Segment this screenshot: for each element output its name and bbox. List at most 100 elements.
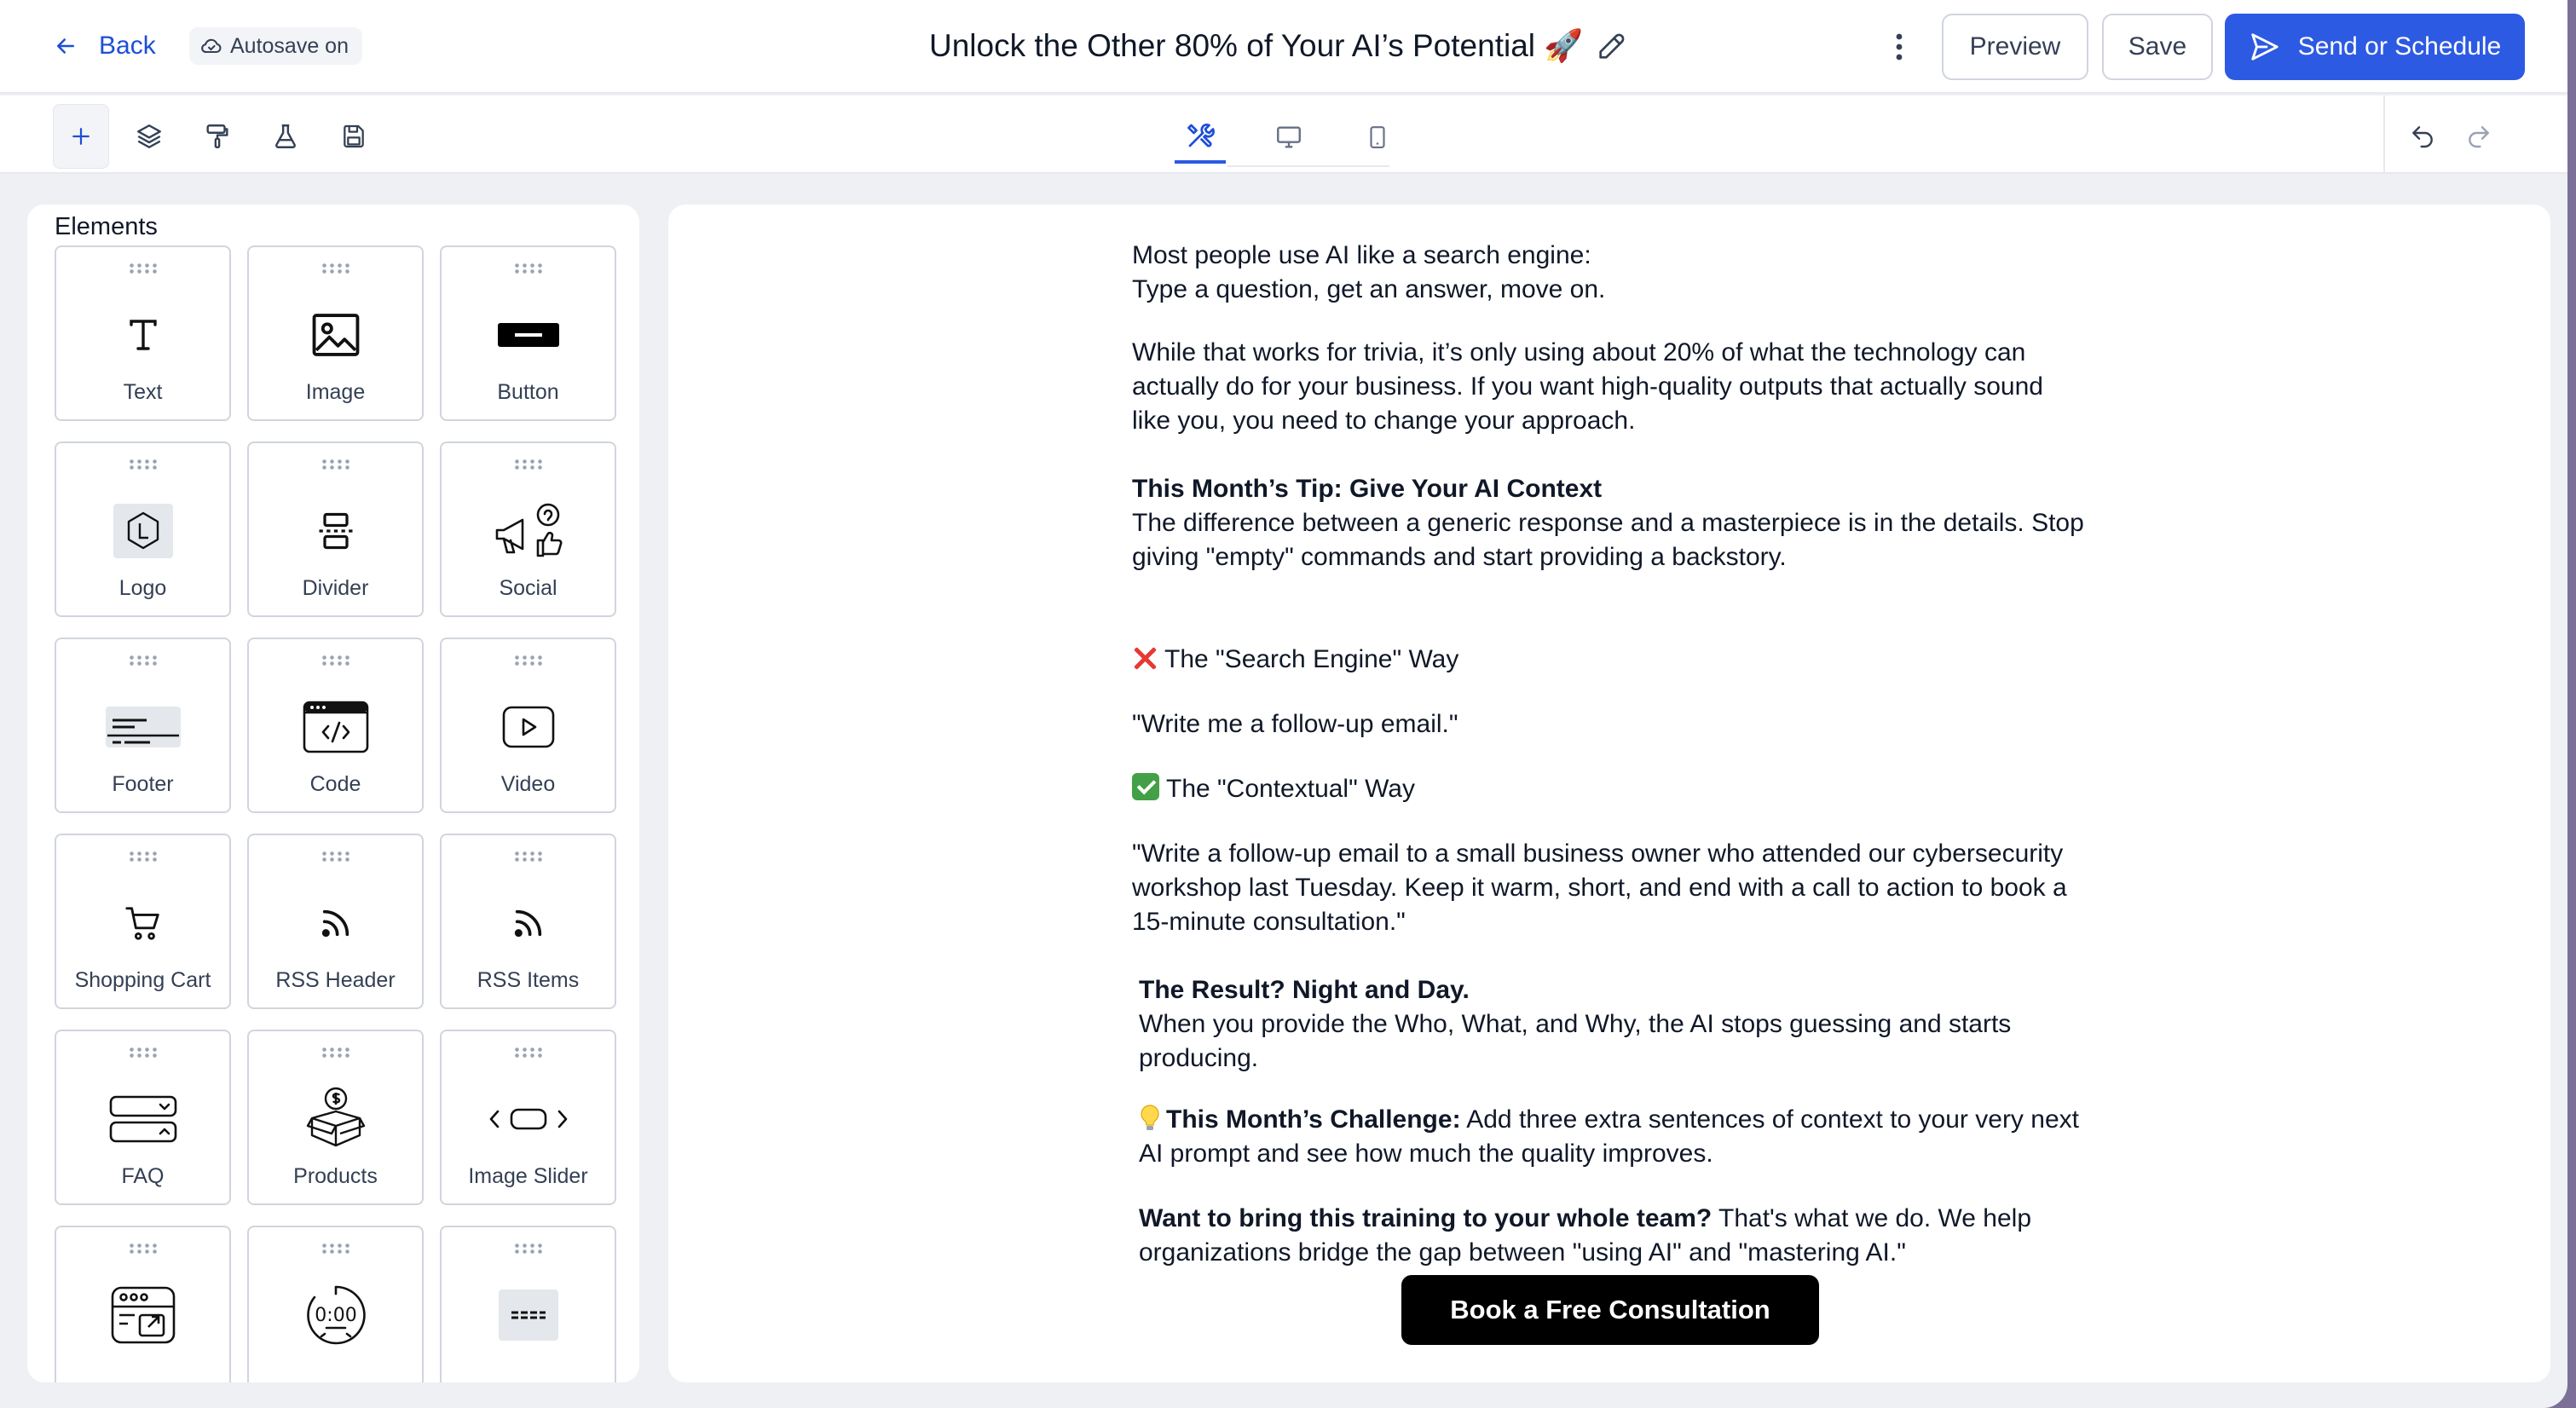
- drag-handle-icon: [513, 459, 544, 470]
- drag-handle-icon: [321, 263, 351, 274]
- arrow-left-icon: [57, 38, 74, 54]
- svg-text:0:00: 0:00: [315, 1305, 356, 1326]
- drag-handle-icon: [513, 851, 544, 863]
- drag-handle-icon: [513, 1243, 544, 1255]
- back-label: Back: [99, 32, 156, 60]
- social-icon: [442, 494, 615, 568]
- element-label: FAQ: [121, 1164, 165, 1188]
- mobile-icon[interactable]: [1352, 111, 1403, 164]
- tip-heading: This Month’s Tip: Give Your AI Context: [1132, 475, 1603, 503]
- element-spacer[interactable]: [440, 1226, 616, 1382]
- cross-mark-icon: [1132, 645, 1158, 671]
- pencil-edit-icon[interactable]: [1595, 29, 1629, 63]
- image-slider-icon: [442, 1082, 615, 1156]
- send-or-schedule-button[interactable]: Send or Schedule: [2225, 14, 2525, 80]
- paint-roller-icon[interactable]: [189, 104, 245, 169]
- browser-link-icon: [56, 1278, 229, 1352]
- drag-handle-icon: [128, 655, 159, 666]
- drag-handle-icon: [321, 459, 351, 470]
- view-tabs-underline: [1227, 165, 1389, 167]
- logo-icon: [56, 494, 229, 568]
- drag-handle-icon: [128, 459, 159, 470]
- element-label: Image: [305, 380, 366, 404]
- element-faq[interactable]: FAQ: [55, 1030, 231, 1205]
- editor-toolbar: [0, 95, 2567, 174]
- element-label: Image Slider: [468, 1164, 588, 1188]
- video-icon: [442, 690, 615, 764]
- contextual-way[interactable]: The "Contextual" Way: [1132, 772, 2087, 806]
- top-header: Back Autosave on Unlock the Other 80% of…: [0, 0, 2567, 94]
- element-video[interactable]: Video: [440, 638, 616, 813]
- toolbar-divider: [2383, 95, 2385, 174]
- countdown-timer-icon: 0:00: [249, 1278, 422, 1352]
- spacer-icon: [442, 1278, 615, 1352]
- redo-icon[interactable]: [2453, 104, 2504, 169]
- element-label: Social: [499, 576, 557, 600]
- element-logo[interactable]: Logo: [55, 441, 231, 617]
- drag-handle-icon: [128, 851, 159, 863]
- element-label: Products: [293, 1164, 378, 1188]
- drag-handle-icon: [128, 1047, 159, 1059]
- element-label: RSS Header: [275, 968, 396, 992]
- footer-icon: [56, 690, 229, 764]
- element-code[interactable]: Code: [247, 638, 424, 813]
- element-text[interactable]: Text: [55, 245, 231, 421]
- back-button[interactable]: Back: [53, 26, 156, 66]
- element-label: Code: [309, 772, 361, 796]
- button-icon: [442, 298, 615, 372]
- contextual-example[interactable]: "Write a follow-up email to a small busi…: [1132, 837, 2087, 939]
- element-footer[interactable]: Footer: [55, 638, 231, 813]
- flask-icon[interactable]: [257, 104, 314, 169]
- result-heading: The Result? Night and Day.: [1139, 976, 1470, 1004]
- element-label: RSS Items: [477, 968, 580, 992]
- search-engine-way[interactable]: The "Search Engine" Way: [1132, 643, 2087, 677]
- preview-button[interactable]: Preview: [1942, 14, 2088, 80]
- more-options-icon[interactable]: [1880, 26, 1918, 68]
- email-line: Most people use AI like a search engine:: [1132, 241, 1591, 269]
- layers-icon[interactable]: [121, 104, 177, 169]
- drag-handle-icon: [321, 1243, 351, 1255]
- element-social[interactable]: Social: [440, 441, 616, 617]
- email-challenge-block[interactable]: This Month’s Challenge: Add three extra …: [1139, 1103, 2087, 1171]
- campaign-title: Unlock the Other 80% of Your AI’s Potent…: [929, 27, 1584, 63]
- element-divider[interactable]: Divider: [247, 441, 424, 617]
- save-icon[interactable]: [326, 104, 382, 169]
- save-button[interactable]: Save: [2102, 14, 2213, 80]
- drag-handle-icon: [321, 655, 351, 666]
- autosave-label: Autosave on: [230, 33, 349, 58]
- element-rss-items[interactable]: RSS Items: [440, 834, 616, 1009]
- search-way-label: The "Search Engine" Way: [1164, 645, 1459, 673]
- email-tip-block[interactable]: This Month’s Tip: Give Your AI Context T…: [1132, 472, 2087, 574]
- challenge-heading: This Month’s Challenge:: [1166, 1105, 1461, 1134]
- tip-body: The difference between a generic respons…: [1132, 509, 2084, 571]
- element-shopping-cart[interactable]: Shopping Cart: [55, 834, 231, 1009]
- team-heading: Want to bring this training to your whol…: [1139, 1204, 1713, 1232]
- contextual-way-label: The "Contextual" Way: [1166, 775, 1415, 803]
- title-area: Unlock the Other 80% of Your AI’s Potent…: [929, 24, 1629, 68]
- add-icon[interactable]: [53, 104, 109, 169]
- element-products[interactable]: Products: [247, 1030, 424, 1205]
- element-browser-link[interactable]: [55, 1226, 231, 1382]
- drag-handle-icon: [513, 1047, 544, 1059]
- shopping-cart-icon: [56, 886, 229, 960]
- design-tools-icon[interactable]: [1175, 111, 1226, 164]
- divider-icon: [249, 494, 422, 568]
- email-paragraph[interactable]: While that works for trivia, it’s only u…: [1132, 336, 2087, 438]
- desktop-icon[interactable]: [1263, 111, 1314, 164]
- email-paragraph[interactable]: Most people use AI like a search engine:…: [1132, 239, 2087, 307]
- element-image[interactable]: Image: [247, 245, 424, 421]
- check-mark-icon: [1132, 773, 1159, 800]
- faq-icon: [56, 1082, 229, 1156]
- undo-icon[interactable]: [2397, 104, 2448, 169]
- element-label: Divider: [302, 576, 369, 600]
- book-consultation-button[interactable]: Book a Free Consultation: [1401, 1275, 1819, 1345]
- email-canvas[interactable]: Most people use AI like a search engine:…: [668, 205, 2550, 1382]
- element-image-slider[interactable]: Image Slider: [440, 1030, 616, 1205]
- element-rss-header[interactable]: RSS Header: [247, 834, 424, 1009]
- element-button[interactable]: Button: [440, 245, 616, 421]
- element-countdown-timer[interactable]: 0:00: [247, 1226, 424, 1382]
- drag-handle-icon: [128, 263, 159, 274]
- email-result-block[interactable]: The Result? Night and Day. When you prov…: [1139, 973, 2087, 1076]
- search-engine-example[interactable]: "Write me a follow-up email.": [1132, 707, 2087, 742]
- email-team-block[interactable]: Want to bring this training to your whol…: [1139, 1202, 2087, 1270]
